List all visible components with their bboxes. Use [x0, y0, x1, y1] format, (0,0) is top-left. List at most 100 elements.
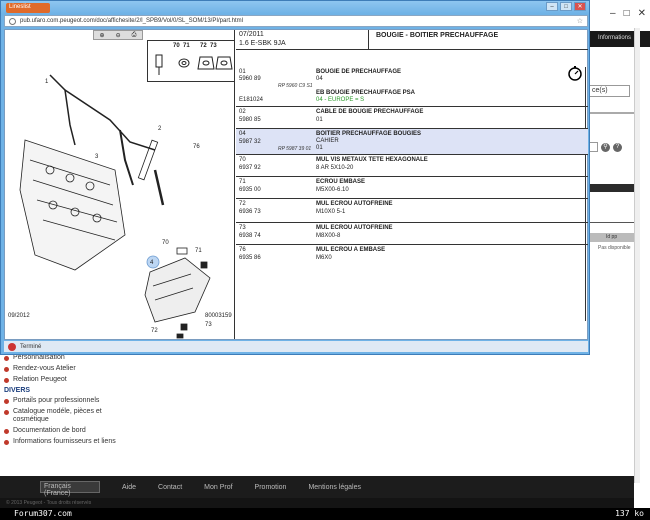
row-detail: M10X0 5-1 — [316, 209, 346, 215]
globe-icon — [9, 17, 16, 25]
table-row[interactable]: 76 6935 86 MUL ECROU A EMBASE M6X0 — [236, 245, 588, 265]
row-reference-2: E181024 — [239, 97, 264, 103]
table-row-selected[interactable]: 04 5987 32 RP 5987 39 01 01 BOITIER PREC… — [236, 129, 588, 155]
background-table-header: Id pp — [588, 233, 634, 242]
row-quantity: 01 — [316, 145, 323, 151]
row-reference: 5960 89 — [239, 76, 261, 82]
bullet-icon — [4, 399, 9, 404]
row-reference: 6937 92 — [239, 165, 261, 171]
table-row[interactable]: 02 5980 85 01 CABLE DE BOUGIE PRECHAUFFA… — [236, 107, 588, 129]
row-tag: RP 5987 39 01 — [278, 146, 312, 152]
footer-link-promotion[interactable]: Promotion — [255, 484, 287, 491]
row-detail: M5X00-6.10 — [316, 187, 349, 193]
nav-item[interactable]: Catalogue modéle, pièces et cosmétique — [4, 408, 124, 424]
row-description: MUL ECROU AUTOFREINE — [316, 225, 393, 231]
screen: – □ ✕ Informations ce(s) ⚲ ? Id pp Pas d… — [0, 0, 650, 520]
nav-item[interactable]: Informations fournisseurs et liens — [4, 438, 124, 446]
bullet-icon — [4, 378, 9, 383]
minimize-icon[interactable]: – — [610, 8, 616, 19]
minimize-icon[interactable]: – — [546, 2, 558, 11]
nav-item[interactable]: Rendez-vous Atelier — [4, 365, 124, 373]
search-icon[interactable]: ⚲ — [601, 142, 610, 152]
maximize-icon[interactable]: □ — [560, 2, 572, 11]
parts-table-header: 07/2011 1.6 E-SBK 9JA BOUGIE - BOITIER P… — [236, 30, 588, 50]
background-input-tag[interactable]: ce(s) — [588, 85, 630, 97]
nav-item[interactable]: Personnalisation — [4, 354, 124, 362]
row-number: 71 — [239, 179, 246, 185]
bullet-icon — [4, 429, 9, 434]
row-description: MUL ECROU A EMBASE — [316, 247, 386, 253]
maximize-icon[interactable]: □ — [624, 8, 630, 19]
row-description: BOUGIE DE PRECHAUFFAGE — [316, 69, 402, 75]
parts-table: 07/2011 1.6 E-SBK 9JA BOUGIE - BOITIER P… — [236, 30, 588, 339]
language-select[interactable]: Français (France) — [40, 481, 100, 497]
star-icon[interactable]: ☆ — [577, 17, 583, 25]
table-row[interactable]: 70 6937 92 MUL VIS METAUX TETE HEXAGONAL… — [236, 155, 588, 177]
table-row[interactable]: 73 6938 74 MUL ECROU AUTOFREINE M8X00-8 — [236, 223, 588, 245]
site-footer: Français (France) Aide Contact Mon Prof … — [0, 476, 634, 498]
header-model: 1.6 E-SBK 9JA — [239, 40, 286, 47]
footer-link-help[interactable]: Aide — [122, 484, 136, 491]
bullet-icon — [4, 356, 9, 361]
row-description: ECROU EMBASE — [316, 179, 366, 185]
background-divider — [588, 112, 638, 114]
nav-item[interactable]: Relation Peugeot — [4, 376, 124, 384]
nav-item-label: Portails pour professionnels — [13, 397, 100, 404]
popup-content: ⊕ ⊖ ⎙ 70 71 72 73 1 2 3 4 70 71 72 73 76… — [4, 29, 588, 340]
bullet-icon — [4, 410, 9, 415]
address-url: pub.ufaro.com.peugeot.com/doc/affichesit… — [20, 18, 244, 24]
popup-window-controls: – □ ✕ — [546, 2, 586, 11]
row-description: MUL VIS METAUX TETE HEXAGONALE — [316, 157, 428, 163]
help-icon[interactable]: ? — [613, 142, 622, 152]
nav-item[interactable]: Portails pour professionnels — [4, 397, 124, 405]
row-detail: CAHIER — [316, 138, 339, 144]
background-small-controls: ⚲ ? — [588, 142, 622, 152]
popup-status-text: Terminé — [20, 343, 42, 350]
nav-item-label: Catalogue modéle, pièces et cosmétique — [13, 408, 102, 423]
diagram-code: 80003159 — [205, 313, 232, 319]
security-icon — [8, 342, 16, 351]
callout-label: 76 — [193, 144, 200, 150]
footer-link-profile[interactable]: Mon Prof — [204, 484, 232, 491]
background-dark-bar — [588, 184, 634, 192]
row-detail: M8X00-8 — [316, 233, 341, 239]
background-nav-list: Personnalisation Rendez-vous Atelier Rel… — [4, 354, 124, 449]
bullet-icon — [4, 440, 9, 445]
background-info-bar: Informations — [588, 31, 650, 47]
close-icon[interactable]: ✕ — [574, 2, 586, 11]
diagram-date: 09/2012 — [8, 313, 30, 319]
image-size-label: 137 ko — [615, 509, 644, 518]
row-number: 04 — [239, 131, 246, 137]
row-number: 01 — [239, 69, 246, 75]
address-bar[interactable]: pub.ufaro.com.peugeot.com/doc/affichesit… — [4, 15, 588, 27]
forum-watermark: Forum307.com — [14, 509, 72, 518]
page-scrollbar[interactable] — [634, 28, 640, 483]
popup-tab[interactable]: Lineslist — [6, 3, 50, 13]
header-title: BOUGIE - BOITIER PRECHAUFFAGE — [376, 32, 499, 39]
popup-titlebar[interactable] — [1, 1, 589, 14]
row-number: 73 — [239, 225, 246, 231]
callout-label: 3 — [95, 154, 99, 160]
nav-item-label: Informations fournisseurs et liens — [13, 438, 116, 445]
row-number: 02 — [239, 109, 246, 115]
background-divider-2 — [588, 222, 636, 223]
table-row[interactable]: 01 5960 89 RP 5960 C9 S1 E181024 04 BOUG… — [236, 67, 588, 107]
callout-label: 72 — [151, 328, 158, 334]
row-reference: 6935 00 — [239, 187, 261, 193]
table-row[interactable]: 72 6936 73 MUL ECROU AUTOFREINE M10X0 5-… — [236, 199, 588, 223]
footer-link-contact[interactable]: Contact — [158, 484, 182, 491]
callout-label: 73 — [205, 322, 212, 328]
footer-link-legal[interactable]: Mentions légales — [308, 484, 361, 491]
close-icon[interactable]: ✕ — [638, 8, 646, 19]
parts-catalog-popup: Lineslist – □ ✕ pub.ufaro.com.peugeot.co… — [0, 0, 590, 355]
row-number: 70 — [239, 157, 246, 163]
table-row[interactable]: 71 6935 00 ECROU EMBASE M5X00-6.10 — [236, 177, 588, 199]
row-number: 76 — [239, 247, 246, 253]
popup-statusbar: Terminé — [4, 341, 588, 352]
row-description: MUL ECROU AUTOFREINE — [316, 201, 393, 207]
row-reference: 6935 86 — [239, 255, 261, 261]
row-description: CABLE DE BOUGIE PRECHAUFFAGE — [316, 109, 424, 115]
row-quantity: 04 — [316, 76, 323, 82]
row-quantity: 01 — [316, 117, 323, 123]
nav-item[interactable]: Documentation de bord — [4, 427, 124, 435]
